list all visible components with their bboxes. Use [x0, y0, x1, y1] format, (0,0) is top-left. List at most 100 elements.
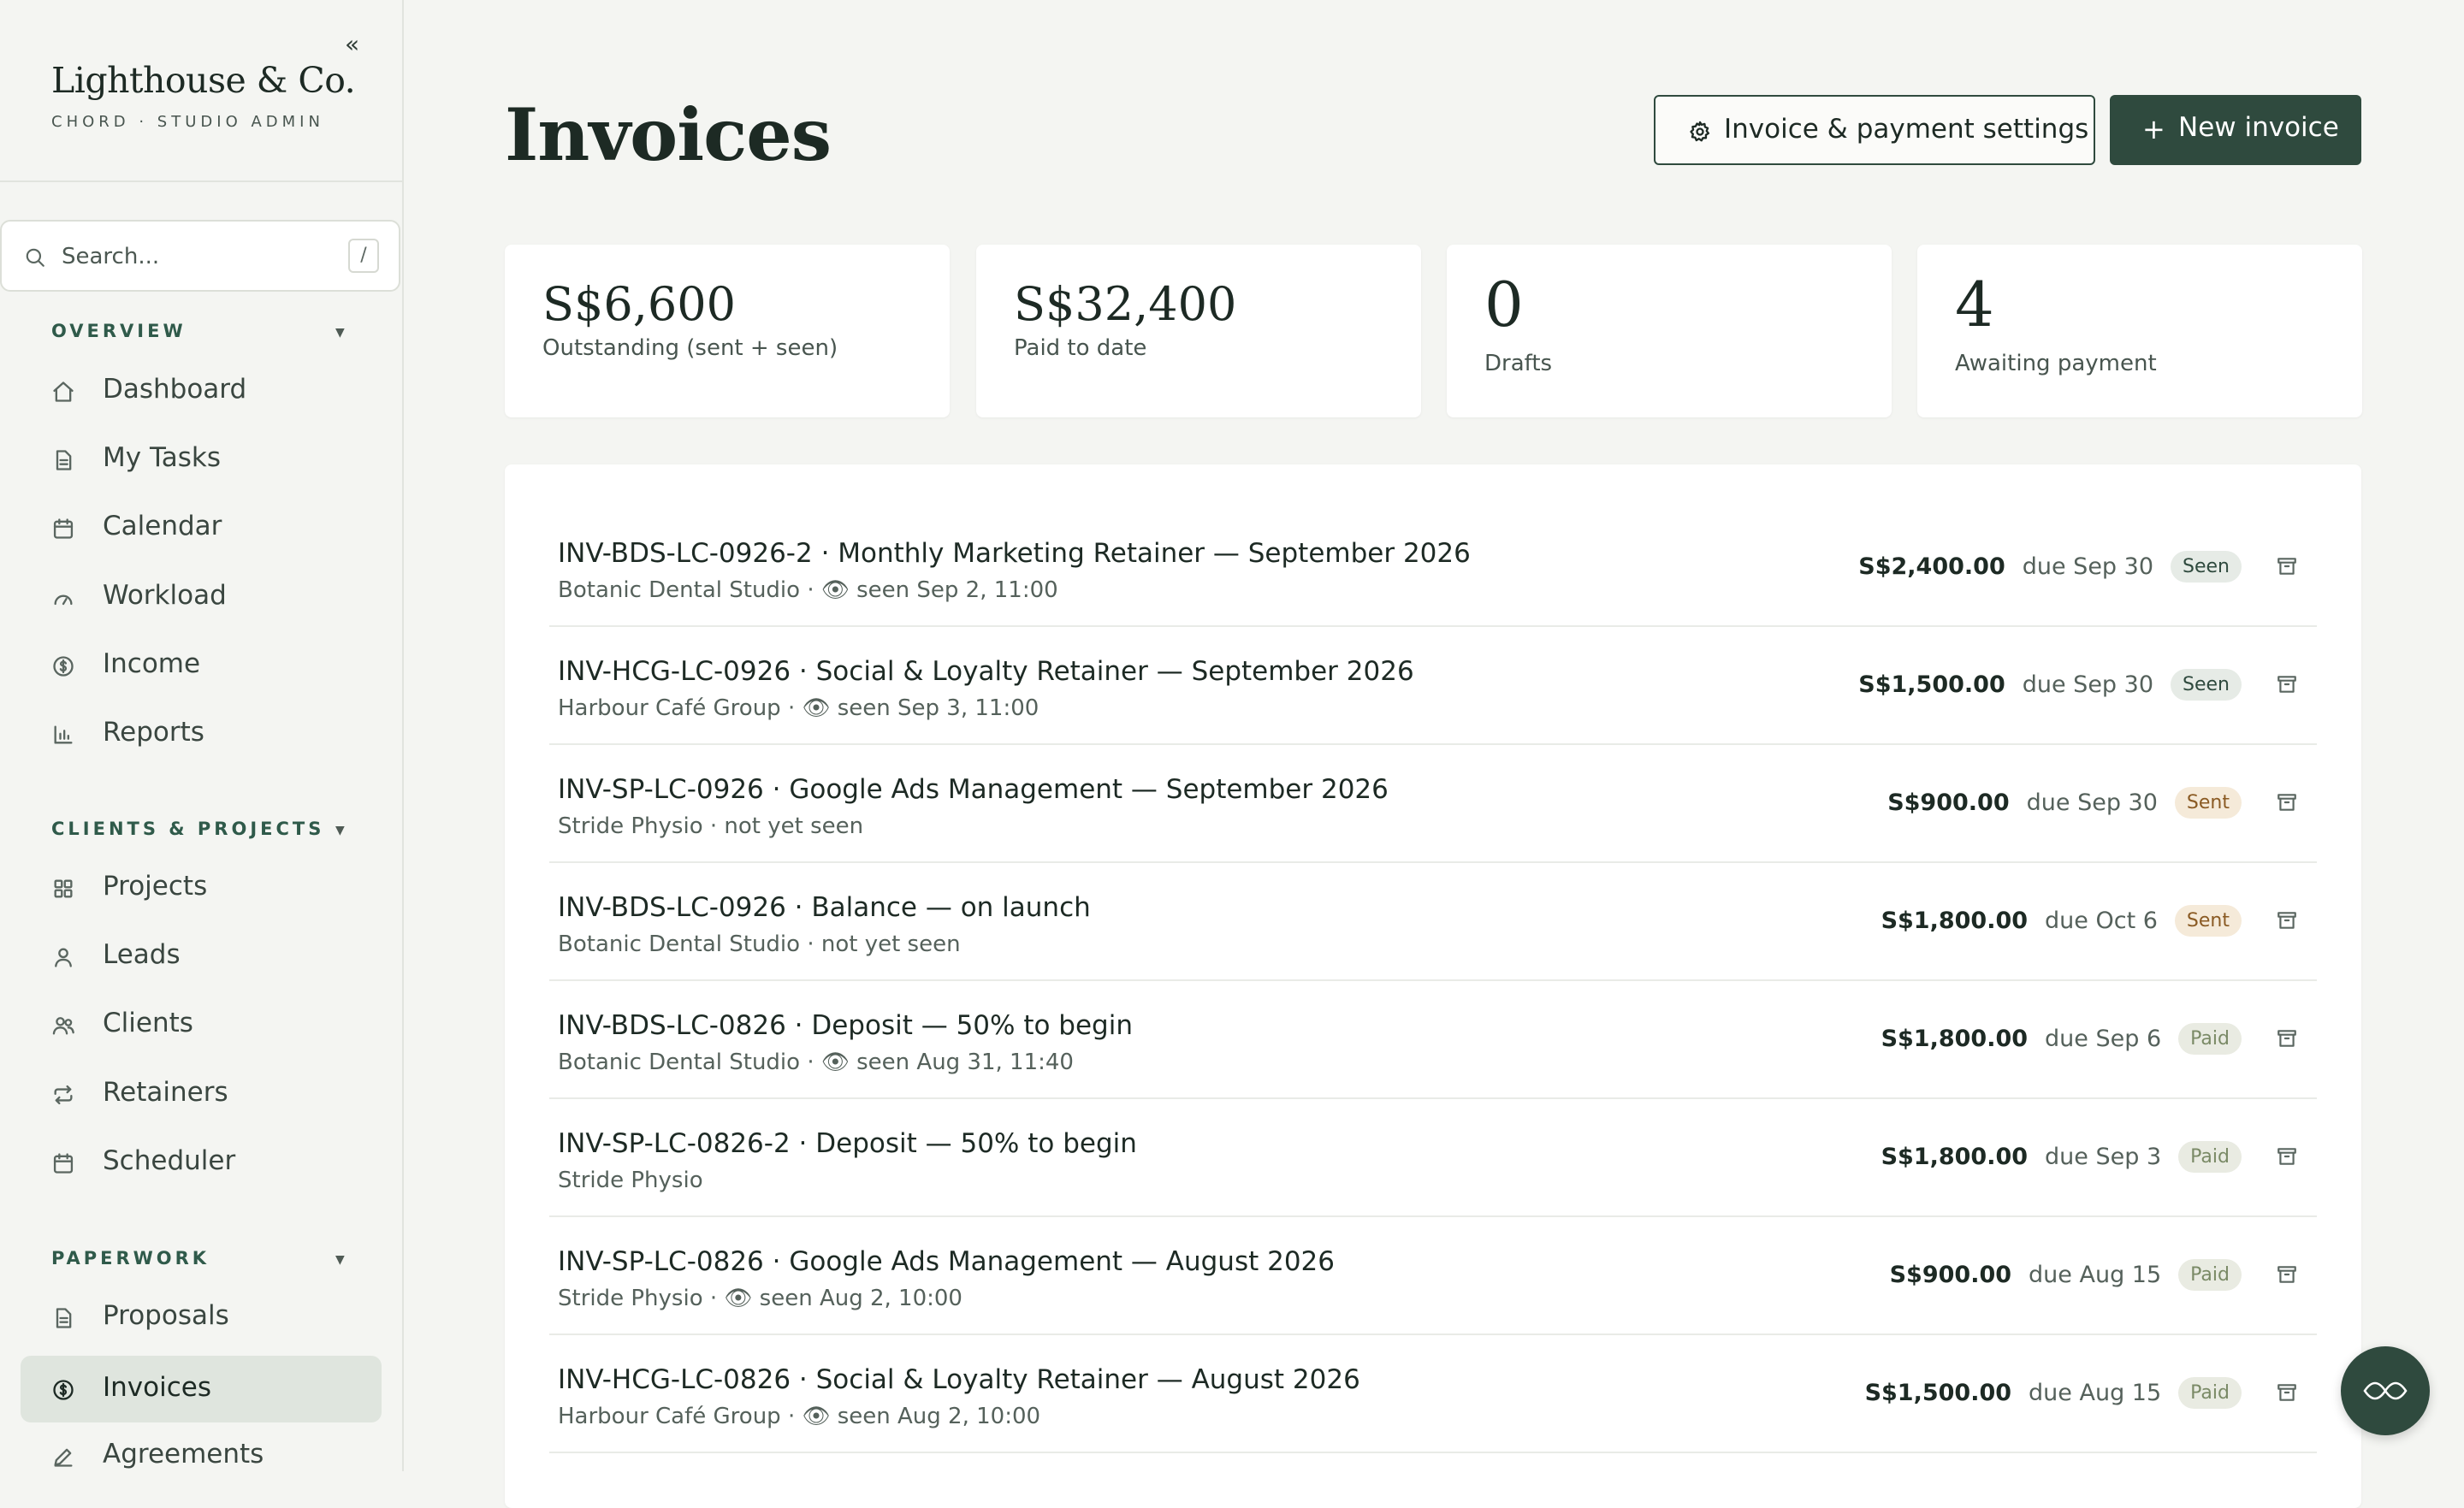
- stat-value: S$32,400: [1014, 277, 1237, 331]
- invoice-row[interactable]: INV-SP-LC-0926 · Google Ads Management —…: [549, 745, 2317, 863]
- invoice-due-date: due Sep 6: [2045, 1025, 2162, 1052]
- chevron-down-icon[interactable]: ▼: [335, 1253, 345, 1267]
- invoice-due-date: due Sep 30: [2022, 553, 2154, 580]
- repeat-icon: [54, 1085, 73, 1105]
- section-overview[interactable]: OVERVIEW: [51, 321, 187, 341]
- invoice-meta: Stride Physio: [558, 1168, 703, 1193]
- sidebar-item-scheduler[interactable]: Scheduler: [21, 1129, 382, 1196]
- archive-icon[interactable]: [2276, 555, 2298, 577]
- archive-icon[interactable]: [2276, 909, 2298, 931]
- dollar-circle-icon: [53, 1380, 74, 1400]
- invoice-row[interactable]: INV-HCG-LC-0826 · Social & Loyalty Retai…: [549, 1335, 2317, 1453]
- archive-icon[interactable]: [2276, 791, 2298, 813]
- invoice-row[interactable]: INV-BDS-LC-0926-2 · Monthly Marketing Re…: [549, 509, 2317, 627]
- section-paperwork[interactable]: PAPERWORK: [51, 1248, 210, 1268]
- status-badge: Paid: [2178, 1022, 2242, 1055]
- sidebar-item-label: My Tasks: [103, 442, 222, 473]
- stat-card-drafts: 0 Drafts: [1447, 245, 1892, 417]
- sidebar-item-label: Proposals: [103, 1300, 229, 1331]
- sidebar: « Lighthouse & Co. CHORD · STUDIO ADMIN …: [0, 0, 404, 1471]
- stat-value: 4: [1955, 269, 1994, 340]
- gauge-icon: [54, 594, 73, 606]
- chevron-down-icon[interactable]: ▼: [335, 326, 345, 340]
- invoice-row[interactable]: INV-BDS-LC-0826 · Deposit — 50% to begin…: [549, 981, 2317, 1099]
- sidebar-item-agreements[interactable]: Agreements: [21, 1422, 382, 1471]
- collapse-sidebar-button[interactable]: «: [345, 33, 359, 56]
- stat-value: S$6,600: [542, 277, 736, 331]
- sidebar-item-label: Workload: [103, 580, 227, 611]
- invoice-row[interactable]: INV-SP-LC-0826-2 · Deposit — 50% to begi…: [549, 1099, 2317, 1217]
- sidebar-item-calendar[interactable]: Calendar: [21, 494, 382, 561]
- sidebar-item-projects[interactable]: Projects: [21, 855, 382, 921]
- sidebar-item-label: Leads: [103, 939, 181, 970]
- sidebar-item-my-tasks[interactable]: My Tasks: [21, 426, 382, 493]
- stat-value: 0: [1484, 269, 1524, 340]
- divider: [549, 1452, 2317, 1453]
- invoice-title: INV-BDS-LC-0926 · Balance — on launch: [558, 892, 1091, 923]
- invoice-row[interactable]: INV-SP-LC-0826 · Google Ads Management —…: [549, 1217, 2317, 1335]
- chevron-down-icon[interactable]: ▼: [335, 824, 345, 837]
- sidebar-item-income[interactable]: Income: [21, 632, 382, 699]
- archive-icon[interactable]: [2276, 673, 2298, 695]
- grid-icon: [54, 879, 73, 898]
- section-clients-projects[interactable]: CLIENTS & PROJECTS: [51, 819, 324, 839]
- users-icon: [52, 1017, 74, 1035]
- stat-card-outstanding: S$6,600 Outstanding (sent + seen): [505, 245, 950, 417]
- invoice-amount: S$1,800.00: [1881, 1143, 2029, 1170]
- user-icon: [55, 948, 72, 967]
- archive-icon[interactable]: [2276, 1145, 2298, 1168]
- archive-icon[interactable]: [2276, 1381, 2298, 1404]
- invoice-payment-settings-button[interactable]: Invoice & payment settings: [1654, 95, 2095, 165]
- search-input[interactable]: Search... /: [0, 220, 400, 292]
- invoice-title: INV-HCG-LC-0926 · Social & Loyalty Retai…: [558, 656, 1414, 687]
- calendar-icon: [53, 1153, 74, 1174]
- sidebar-item-retainers[interactable]: Retainers: [21, 1061, 382, 1127]
- sidebar-item-workload[interactable]: Workload: [21, 564, 382, 630]
- invoice-title: INV-SP-LC-0826-2 · Deposit — 50% to begi…: [558, 1128, 1137, 1159]
- sidebar-item-label: Calendar: [103, 511, 222, 541]
- invoice-meta: Stride Physio · 👁 seen Aug 2, 10:00: [558, 1286, 962, 1311]
- invoice-title: INV-BDS-LC-0926-2 · Monthly Marketing Re…: [558, 538, 1471, 569]
- invoice-title: INV-SP-LC-0926 · Google Ads Management —…: [558, 774, 1389, 805]
- sidebar-item-label: Scheduler: [103, 1145, 236, 1176]
- sidebar-item-dashboard[interactable]: Dashboard: [21, 358, 382, 424]
- new-invoice-label: New invoice: [2178, 112, 2339, 143]
- invoice-title: INV-SP-LC-0826 · Google Ads Management —…: [558, 1246, 1336, 1277]
- stat-card-awaiting-payment: 4 Awaiting payment: [1917, 245, 2362, 417]
- home-icon: [53, 381, 74, 402]
- status-badge: Seen: [2171, 550, 2242, 583]
- page-title: Invoices: [505, 92, 832, 177]
- invoice-meta: Botanic Dental Studio · not yet seen: [558, 931, 961, 957]
- search-placeholder: Search...: [62, 244, 160, 269]
- bar-chart-icon: [54, 725, 73, 744]
- settings-button-label: Invoice & payment settings: [1724, 114, 2089, 145]
- status-badge: Paid: [2178, 1258, 2242, 1291]
- invoice-due-date: due Sep 30: [2022, 671, 2154, 698]
- invoice-due-date: due Aug 15: [2029, 1261, 2162, 1288]
- sidebar-item-leads[interactable]: Leads: [21, 923, 382, 990]
- status-badge: Seen: [2171, 668, 2242, 701]
- brand-subtitle: CHORD · STUDIO ADMIN: [51, 113, 324, 131]
- invoice-amount: S$2,400.00: [1858, 553, 2005, 580]
- sidebar-item-invoices[interactable]: Invoices: [21, 1356, 382, 1422]
- new-invoice-button[interactable]: + New invoice: [2110, 95, 2361, 165]
- assistant-fab-button[interactable]: [2341, 1346, 2430, 1435]
- sidebar-item-proposals[interactable]: Proposals: [21, 1284, 382, 1351]
- invoice-row[interactable]: INV-BDS-LC-0926 · Balance — on launch Bo…: [549, 863, 2317, 981]
- archive-icon[interactable]: [2276, 1027, 2298, 1050]
- invoice-row[interactable]: INV-HCG-LC-0926 · Social & Loyalty Retai…: [549, 627, 2317, 745]
- archive-icon[interactable]: [2276, 1263, 2298, 1286]
- pen-icon: [54, 1448, 73, 1467]
- sidebar-item-reports[interactable]: Reports: [21, 701, 382, 767]
- invoice-due-date: due Oct 6: [2045, 907, 2158, 934]
- brand: Lighthouse & Co. CHORD · STUDIO ADMIN: [51, 60, 356, 131]
- status-badge: Paid: [2178, 1140, 2242, 1173]
- invoice-amount: S$900.00: [1889, 1261, 2012, 1288]
- invoice-due-date: due Sep 30: [2026, 789, 2158, 816]
- sidebar-item-clients[interactable]: Clients: [21, 991, 382, 1058]
- stat-label: Paid to date: [1014, 335, 1147, 361]
- sidebar-item-label: Retainers: [103, 1077, 228, 1108]
- stat-label: Outstanding (sent + seen): [542, 335, 838, 361]
- invoice-meta: Botanic Dental Studio · 👁 seen Sep 2, 11…: [558, 577, 1058, 603]
- stat-card-paid-to-date: S$32,400 Paid to date: [976, 245, 1421, 417]
